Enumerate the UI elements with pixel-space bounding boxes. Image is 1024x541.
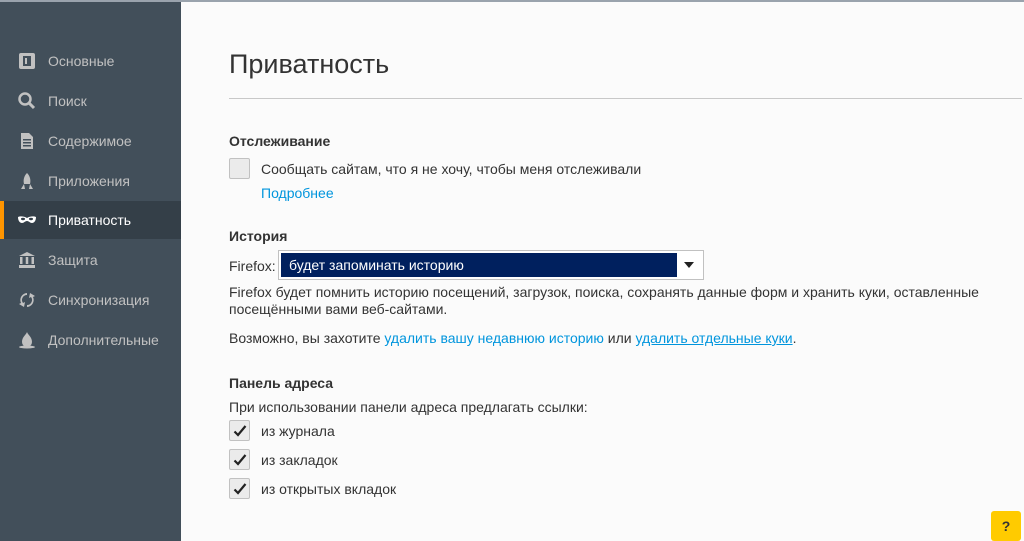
history-description-line2: посещёнными вами веб-сайтами. (229, 301, 448, 317)
search-icon (17, 92, 37, 110)
chevron-down-icon (684, 262, 694, 268)
suggest-history-label[interactable]: из журнала (261, 423, 335, 440)
advanced-icon (17, 331, 37, 349)
sidebar-item-privacy[interactable]: Приватность (0, 201, 181, 239)
security-icon (17, 251, 37, 269)
sidebar-item-label: Синхронизация (48, 292, 150, 308)
sidebar-item-label: Защита (48, 252, 98, 268)
suggest-open-tabs-checkbox[interactable] (229, 478, 250, 499)
learn-more-link[interactable]: Подробнее (261, 185, 334, 202)
history-suggestion: Возможно, вы захотите удалить вашу недав… (229, 330, 797, 347)
suggest-history-checkbox[interactable] (229, 420, 250, 441)
content-icon (17, 132, 37, 150)
checkmark-icon (233, 425, 247, 437)
general-icon (17, 52, 37, 70)
tracking-heading: Отслеживание (229, 133, 331, 149)
history-description-line1: Firefox будет помнить историю посещений,… (229, 284, 979, 300)
sidebar-item-general[interactable]: Основные (0, 42, 181, 80)
page-title: Приватность (229, 49, 390, 79)
sync-icon (17, 291, 37, 309)
sidebar-item-label: Содержимое (48, 133, 132, 149)
do-not-track-checkbox[interactable] (229, 158, 250, 179)
checkmark-icon (233, 483, 247, 495)
address-bar-heading: Панель адреса (229, 375, 334, 391)
suggest-bookmarks-label[interactable]: из закладок (261, 452, 338, 469)
help-button[interactable]: ? (991, 511, 1021, 541)
do-not-track-label[interactable]: Сообщать сайтам, что я не хочу, чтобы ме… (261, 161, 641, 178)
history-heading: История (229, 228, 288, 244)
suggest-open-tabs-label[interactable]: из открытых вкладок (261, 481, 396, 498)
sidebar-item-sync[interactable]: Синхронизация (0, 281, 181, 319)
preferences-pane: Приватность Отслеживание Сообщать сайтам… (181, 2, 1024, 541)
clear-recent-history-link[interactable]: удалить вашу недавнюю историю (384, 330, 603, 346)
suggestion-prefix: Возможно, вы захотите (229, 330, 385, 346)
checkmark-icon (233, 454, 247, 466)
suggestion-or: или (603, 330, 636, 346)
remove-individual-cookies-link[interactable]: удалить отдельные куки (635, 330, 792, 346)
history-mode-select[interactable]: будет запоминать историю (278, 250, 704, 280)
address-bar-intro: При использовании панели адреса предлага… (229, 399, 588, 415)
title-divider (229, 98, 1022, 99)
sidebar-item-label: Приватность (48, 212, 132, 228)
history-mode-label: Firefox: (229, 258, 276, 274)
sidebar-item-security[interactable]: Защита (0, 241, 181, 279)
sidebar-item-content[interactable]: Содержимое (0, 122, 181, 160)
suggest-bookmarks-checkbox[interactable] (229, 449, 250, 470)
sidebar-item-label: Поиск (48, 93, 87, 109)
history-mode-selected-value: будет запоминать историю (281, 253, 677, 277)
sidebar: Основные Поиск Содержимое Приложения При… (0, 2, 181, 541)
sidebar-item-label: Приложения (48, 173, 130, 189)
applications-icon (17, 172, 37, 190)
sidebar-item-advanced[interactable]: Дополнительные (0, 321, 181, 359)
sidebar-item-label: Дополнительные (48, 332, 159, 348)
sidebar-item-label: Основные (48, 53, 115, 69)
privacy-mask-icon (17, 211, 37, 229)
sidebar-item-search[interactable]: Поиск (0, 82, 181, 120)
suggestion-period: . (792, 330, 797, 346)
sidebar-item-applications[interactable]: Приложения (0, 162, 181, 200)
